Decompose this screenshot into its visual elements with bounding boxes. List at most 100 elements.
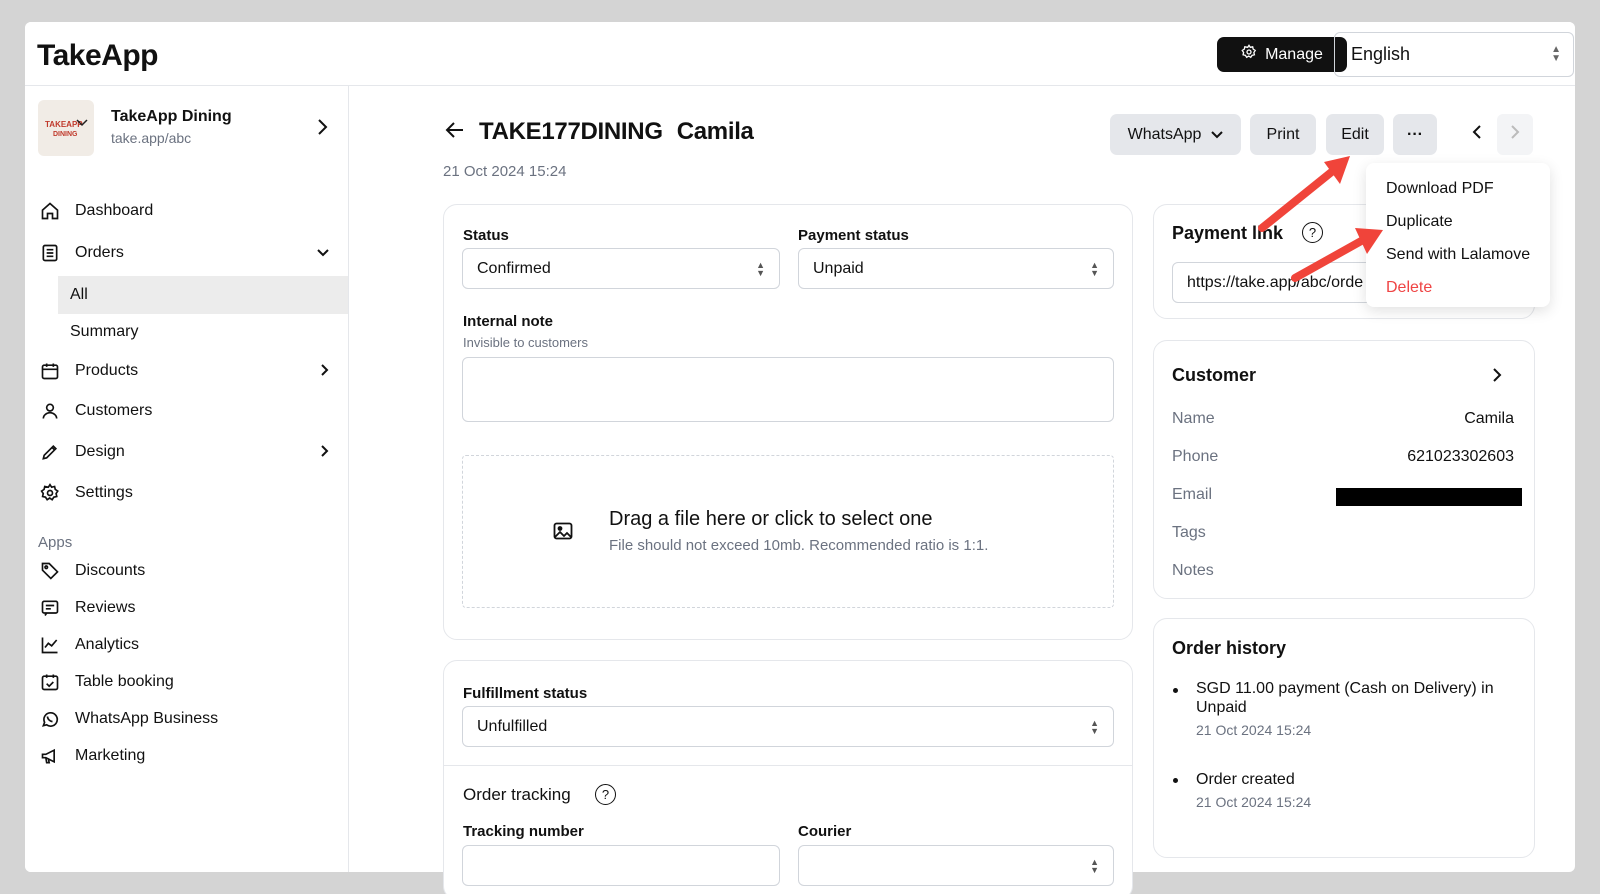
fulfillment-status-select[interactable]: Unfulfilled ▲ ▼ [462,706,1114,747]
tag-icon [38,559,62,583]
payment-status-label: Payment status [798,227,909,244]
menu-item-download-pdf[interactable]: Download PDF [1386,180,1494,198]
sidebar: TAKEAPP DINING TakeApp Dining take.app/ab… [25,86,349,872]
customer-title: Customer [1172,365,1257,385]
customer-name-label: Name [1172,410,1215,427]
tracking-number-label: Tracking number [463,823,584,840]
apps-section-label: Apps [38,534,73,551]
divider [443,765,1133,766]
customer-tags-label: Tags [1172,524,1206,541]
store-name: TakeApp Dining [111,108,232,125]
bullet [1173,778,1178,783]
internal-note-hint: Invisible to customers [463,335,588,350]
list-icon [38,241,62,265]
pen-icon [38,440,62,464]
whatsapp-label: WhatsApp [1127,125,1202,143]
chevron-right-icon [320,363,330,380]
help-icon[interactable]: ? [1302,222,1323,243]
payment-status-select[interactable]: Unpaid ▲ ▼ [798,248,1114,289]
chevron-down-icon [1211,126,1224,144]
manage-label: Manage [1265,45,1323,63]
app-logo[interactable]: TakeApp [37,39,158,73]
dropzone-title: Drag a file here or click to select one [609,508,933,530]
sidebar-item-analytics[interactable]: Analytics [38,628,338,662]
calendar-check-icon [38,670,62,694]
internal-note-label: Internal note [463,313,554,330]
message-icon [38,596,62,620]
sidebar-item-customers[interactable]: Customers [38,394,338,428]
order-customer-name: Camila [676,118,754,145]
status-label: Status [463,227,509,244]
fulfillment-status-value: Unfulfilled [477,717,548,735]
top-bar: TakeApp Manage English ▲ ▼ [25,22,1575,86]
customer-email-label: Email [1172,486,1213,503]
next-order-button[interactable] [1497,114,1533,155]
sidebar-item-design[interactable]: Design [38,435,338,469]
history-item-text: SGD 11.00 payment (Cash on Delivery) in [1196,680,1494,697]
chevron-right-icon [1510,124,1520,145]
sidebar-item-discounts[interactable]: Discounts [38,554,338,588]
sidebar-item-label: Discounts [75,562,146,579]
store-url: take.app/abc [111,130,192,146]
gear-icon [38,481,62,505]
bullet [1173,688,1178,693]
help-icon[interactable]: ? [595,784,616,805]
print-button[interactable]: Print [1250,114,1316,155]
sidebar-item-label: Orders [75,244,124,261]
sidebar-subitem-summary[interactable]: Summary [58,313,348,351]
sidebar-item-whatsapp-business[interactable]: WhatsApp Business [38,702,338,736]
updown-icon: ▲ ▼ [1090,260,1099,278]
sidebar-item-settings[interactable]: Settings [38,476,338,510]
sidebar-item-label: WhatsApp Business [75,710,219,727]
language-select[interactable]: English ▲ ▼ [1334,32,1574,77]
chevron-down-icon [316,245,330,261]
chevron-right-icon[interactable] [1492,367,1502,388]
menu-item-send-with-lalamove[interactable]: Send with Lalamove [1386,246,1530,264]
sidebar-item-reviews[interactable]: Reviews [38,591,338,625]
sidebar-item-products[interactable]: Products [38,354,338,388]
chevron-right-icon [320,444,330,461]
menu-item-duplicate[interactable]: Duplicate [1386,213,1453,231]
sidebar-item-orders[interactable]: Orders [38,236,338,270]
language-value: English [1351,44,1411,64]
whatsapp-button[interactable]: WhatsApp [1110,114,1241,155]
megaphone-icon [38,744,62,768]
sidebar-item-label: Dashboard [75,202,154,219]
updown-icon: ▲ ▼ [1551,44,1561,64]
previous-order-button[interactable] [1460,114,1494,155]
internal-note-input[interactable] [462,357,1114,422]
menu-item-delete[interactable]: Delete [1386,279,1432,297]
sidebar-item-label: Table booking [75,673,174,690]
more-button[interactable]: ··· [1393,114,1437,155]
fulfillment-status-label: Fulfillment status [463,685,588,702]
email-redacted [1336,488,1522,506]
store-switcher[interactable]: TAKEAPP DINING TakeApp Dining take.app/ab… [38,100,328,156]
sidebar-subitem-all[interactable]: All [58,276,348,314]
payment-status-value: Unpaid [813,259,864,277]
sidebar-item-marketing[interactable]: Marketing [38,739,338,773]
sidebar-item-table-booking[interactable]: Table booking [38,665,338,699]
chevron-right-icon [316,118,328,141]
arrow-left-icon[interactable] [445,119,465,145]
sidebar-item-label: Reviews [75,599,136,616]
history-item-text: Order created [1196,771,1295,788]
history-item-date: 21 Oct 2024 15:24 [1196,722,1312,738]
status-select[interactable]: Confirmed ▲ ▼ [462,248,780,289]
tracking-number-input[interactable] [462,845,780,886]
customer-phone-label: Phone [1172,448,1219,465]
svg-text:DINING: DINING [53,131,78,138]
order-date: 21 Oct 2024 15:24 [443,163,567,180]
box-icon [38,359,62,383]
edit-button[interactable]: Edit [1326,114,1384,155]
courier-select[interactable]: ▲ ▼ [798,845,1114,886]
more-actions-menu: Download PDF Duplicate Send with Lalamov… [1366,163,1550,307]
sidebar-item-label: Customers [75,402,153,419]
sidebar-item-dashboard[interactable]: Dashboard [38,194,338,228]
sidebar-item-label: Analytics [75,636,140,653]
image-icon [553,522,573,545]
payment-link-url: https://take.app/abc/orde [1187,273,1364,291]
updown-icon: ▲ ▼ [1090,718,1099,736]
manage-button[interactable]: Manage [1217,37,1347,72]
customer-notes-label: Notes [1172,562,1214,579]
updown-icon: ▲ ▼ [1090,857,1099,875]
